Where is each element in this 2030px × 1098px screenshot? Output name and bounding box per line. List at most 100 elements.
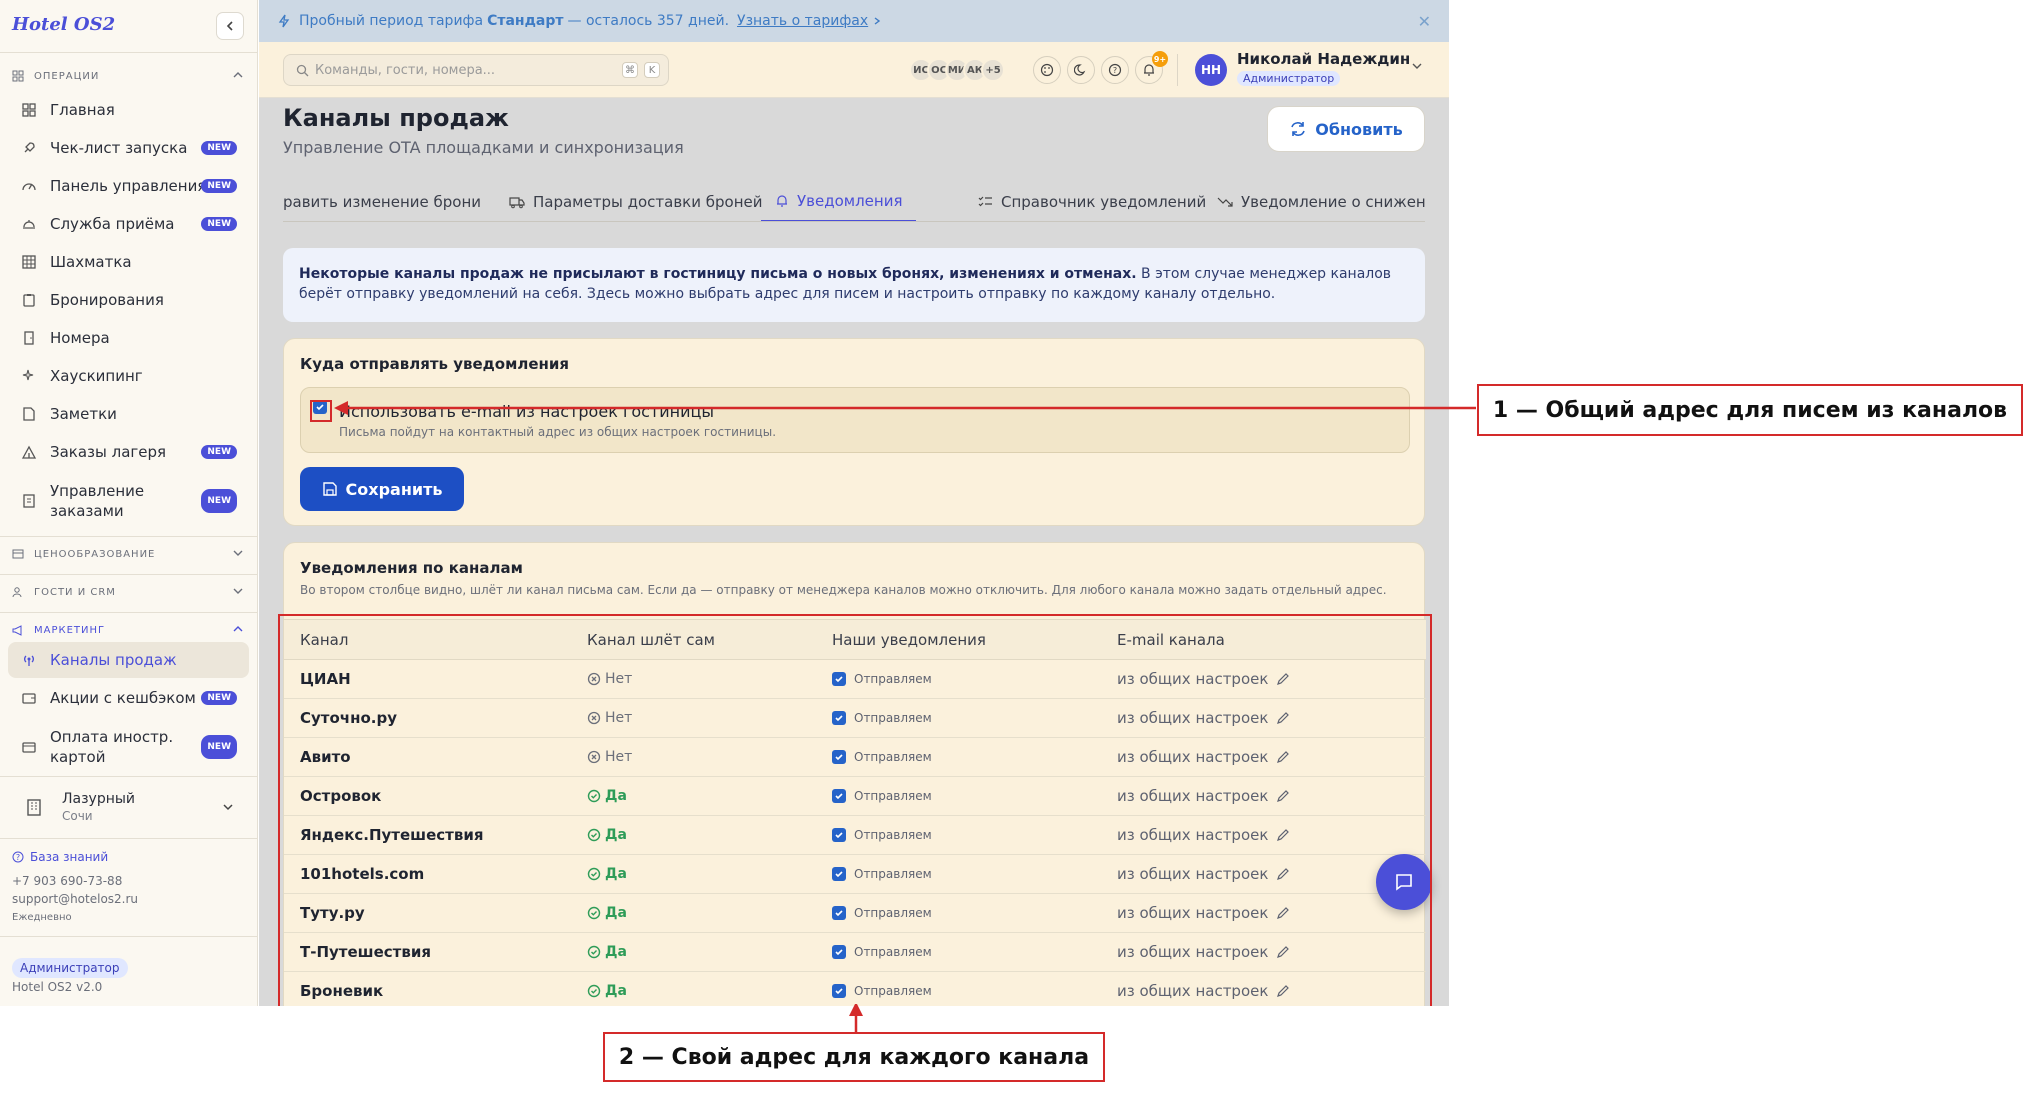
truck-icon xyxy=(509,197,525,209)
section-marketing[interactable]: МАРКЕТИНГ xyxy=(12,620,246,640)
bell-icon xyxy=(777,195,787,207)
new-badge: NEW xyxy=(201,691,237,705)
card-description: Во втором столбце видно, шлёт ли канал п… xyxy=(300,583,1387,597)
new-badge: NEW xyxy=(201,735,237,759)
trending-down-icon xyxy=(1217,197,1233,207)
theme-palette-button[interactable] xyxy=(1033,56,1061,84)
user-name[interactable]: Николай Надеждин xyxy=(1237,50,1410,68)
sidebar-item-dashboard[interactable]: Панель управления NEW xyxy=(8,168,249,204)
tab-booking-change[interactable]: равить изменение брони xyxy=(283,182,482,221)
banner-prefix: Пробный период тарифа xyxy=(299,13,484,29)
sidebar-item-order-management[interactable]: Управление заказами NEW xyxy=(8,478,249,524)
tent-icon xyxy=(20,443,38,461)
sidebar-item-housekeeping[interactable]: Хаускипинг xyxy=(8,358,249,394)
sidebar-item-rooms[interactable]: Номера xyxy=(8,320,249,356)
sidebar-collapse-button[interactable] xyxy=(216,12,244,40)
annotation-arrow-1 xyxy=(334,401,1476,415)
brand-logo[interactable]: Hotel OS2 xyxy=(12,14,115,35)
tab-label: Параметры доставки броней xyxy=(533,193,763,211)
list-checks-icon xyxy=(978,196,992,207)
close-icon[interactable]: ✕ xyxy=(1418,12,1431,31)
sidebar-item-label: Каналы продаж xyxy=(50,651,177,669)
support-email[interactable]: support@hotelos2.ru xyxy=(12,892,138,906)
refresh-button[interactable]: Обновить xyxy=(1267,106,1425,152)
sidebar-item-label: Главная xyxy=(50,101,115,119)
card-title: Уведомления по каналам xyxy=(300,559,523,577)
knowledge-base-label: База знаний xyxy=(30,850,109,864)
palette-icon xyxy=(1040,63,1054,77)
grid-icon xyxy=(20,101,38,119)
sidebar-item-camp-orders[interactable]: Заказы лагеря NEW xyxy=(8,434,249,470)
new-badge: NEW xyxy=(201,179,237,193)
search-input[interactable]: Команды, гости, номера... ⌘ K xyxy=(283,54,669,86)
new-badge: NEW xyxy=(201,217,237,231)
settings-tabs: равить изменение брони Параметры доставк… xyxy=(283,182,1425,222)
notification-count: 9+ xyxy=(1152,51,1168,67)
divider xyxy=(0,536,258,537)
section-operations[interactable]: ОПЕРАЦИИ xyxy=(12,66,246,86)
sidebar-item-label: Шахматка xyxy=(50,253,132,271)
sidebar-item-notes[interactable]: Заметки xyxy=(8,396,249,432)
dark-mode-button[interactable] xyxy=(1067,56,1095,84)
tab-delivery-params[interactable]: Параметры доставки броней xyxy=(509,182,763,221)
sidebar-item-cashback[interactable]: Акции с кешбэком NEW xyxy=(8,680,249,716)
sidebar-item-label: Служба приёма xyxy=(50,215,175,233)
banner-plan: Стандарт xyxy=(487,13,564,29)
tab-label: Справочник уведомлений xyxy=(1001,193,1207,211)
sidebar-item-sales-channels[interactable]: Каналы продаж xyxy=(8,642,249,678)
role-badge: Администратор xyxy=(12,958,128,978)
sidebar-item-front-desk[interactable]: Служба приёма NEW xyxy=(8,206,249,242)
sidebar-item-label: Панель управления xyxy=(50,177,207,195)
sidebar-item-bookings[interactable]: Бронирования xyxy=(8,282,249,318)
knowledge-base-link[interactable]: ? База знаний xyxy=(12,850,108,864)
sidebar-item-launch-checklist[interactable]: Чек-лист запуска NEW xyxy=(8,130,249,166)
hotel-selector[interactable]: Лазурный Сочи xyxy=(12,784,246,830)
new-badge: NEW xyxy=(201,445,237,459)
pricing-link[interactable]: Узнать о тарифах xyxy=(737,13,868,29)
chevron-up-icon xyxy=(233,72,243,78)
user-role-badge: Администратор xyxy=(1237,71,1341,86)
sidebar-item-label: Управление заказами xyxy=(50,482,145,520)
lightning-icon xyxy=(278,14,290,28)
user-avatar[interactable]: НН xyxy=(1195,54,1227,86)
chevron-right-icon xyxy=(874,17,881,25)
support-schedule: Ежедневно xyxy=(12,912,72,923)
page-subtitle: Управление OTA площадками и синхронизаци… xyxy=(283,138,684,157)
chevron-down-icon xyxy=(233,588,243,594)
new-badge: NEW xyxy=(201,489,237,513)
sidebar-item-label: Бронирования xyxy=(50,291,164,309)
save-button[interactable]: Сохранить xyxy=(300,467,464,511)
trial-banner: Пробный период тарифа Стандарт — осталос… xyxy=(259,0,1449,42)
section-label: МАРКЕТИНГ xyxy=(34,624,106,636)
help-button[interactable]: ? xyxy=(1101,56,1129,84)
chevron-left-icon xyxy=(226,21,233,31)
notifications-button[interactable]: 9+ xyxy=(1135,51,1168,84)
online-users[interactable]: ИС ОС МИ АК +5 xyxy=(909,58,1005,82)
save-label: Сохранить xyxy=(345,479,443,499)
chevron-down-icon[interactable] xyxy=(1411,60,1423,72)
sidebar-item-label: Заказы лагеря xyxy=(50,443,167,461)
use-hotel-email-option[interactable]: Использовать e-mail из настроек гостиниц… xyxy=(300,387,1410,453)
option-hint: Письма пойдут на контактный адрес из общ… xyxy=(339,425,777,439)
chevron-down-icon xyxy=(223,804,233,811)
tab-label: равить изменение брони xyxy=(283,193,482,211)
info-bold-text: Некоторые каналы продаж не присылают в г… xyxy=(299,266,1137,282)
tab-notification-reference[interactable]: Справочник уведомлений xyxy=(977,182,1207,221)
sidebar-item-label: Хаускипинг xyxy=(50,367,143,385)
support-phone[interactable]: +7 903 690-73-88 xyxy=(12,874,122,888)
annotation-highlight-table xyxy=(278,614,1432,1006)
sidebar-item-chessboard[interactable]: Шахматка xyxy=(8,244,249,280)
avatar-more[interactable]: +5 xyxy=(981,58,1005,82)
banner-suffix: — осталось 357 дней. xyxy=(567,13,730,29)
section-pricing[interactable]: ЦЕНООБРАЗОВАНИЕ xyxy=(12,544,246,564)
section-guests-crm[interactable]: ГОСТИ И CRM xyxy=(12,582,246,602)
card-icon xyxy=(20,738,38,756)
tab-label: Уведомление о снижении xyxy=(1241,193,1425,211)
sidebar-item-home[interactable]: Главная xyxy=(8,92,249,128)
tab-notifications[interactable]: Уведомления xyxy=(761,182,917,221)
svg-text:?: ? xyxy=(16,853,20,862)
save-icon xyxy=(322,482,337,496)
sidebar-item-foreign-card[interactable]: Оплата иностр. картой NEW xyxy=(8,724,249,770)
wallet-icon xyxy=(20,689,38,707)
tab-price-drop-notification[interactable]: Уведомление о снижении xyxy=(1217,182,1425,221)
